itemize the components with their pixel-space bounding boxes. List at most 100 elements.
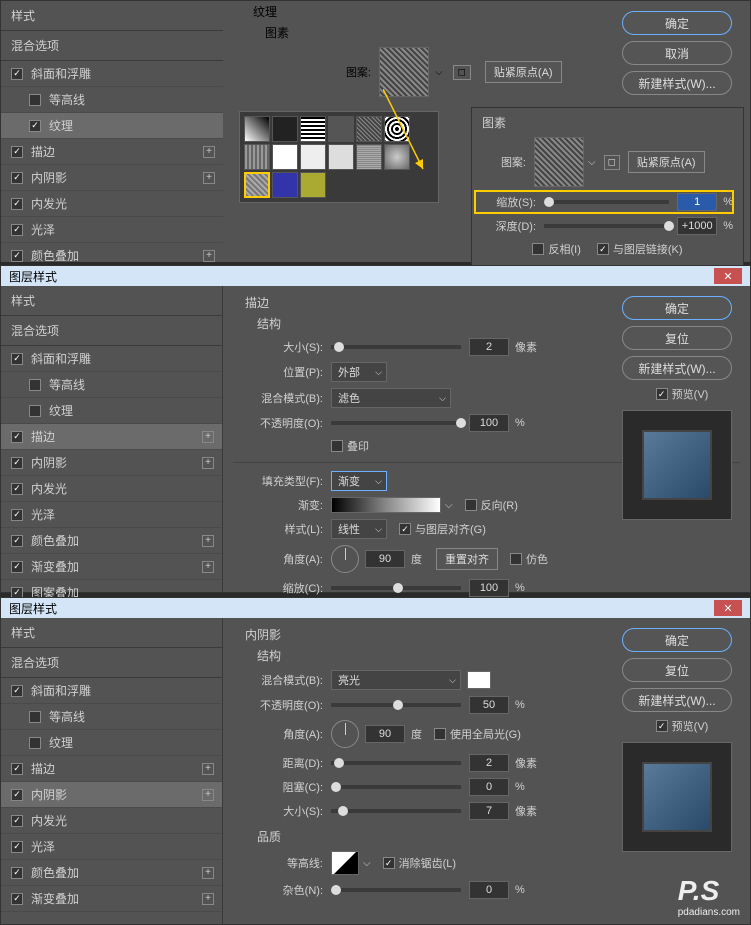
scale-slider[interactable]	[544, 200, 669, 204]
use-global-light-checkbox[interactable]: 使用全局光(G)	[434, 726, 521, 742]
blending-options[interactable]: 混合选项	[1, 31, 223, 61]
size-input[interactable]	[469, 802, 509, 820]
style-item-斜面和浮雕[interactable]: 斜面和浮雕	[1, 61, 223, 87]
checkbox-icon[interactable]	[11, 893, 23, 905]
antialias-checkbox[interactable]: 消除锯齿(L)	[383, 855, 456, 871]
style-item-纹理[interactable]: 纹理	[1, 113, 223, 139]
style-item-描边[interactable]: 描边+	[1, 756, 222, 782]
gradient-picker[interactable]	[331, 497, 441, 513]
pattern-picker[interactable]	[239, 111, 439, 203]
style-item-等高线[interactable]: 等高线	[1, 704, 222, 730]
checkbox-icon[interactable]	[29, 120, 41, 132]
plus-icon[interactable]: +	[203, 172, 215, 184]
style-item-纹理[interactable]: 纹理	[1, 398, 222, 424]
reset-align-button[interactable]: 重置对齐	[436, 548, 498, 570]
ok-button[interactable]: 确定	[622, 296, 732, 320]
checkbox-icon[interactable]	[11, 867, 23, 879]
plus-icon[interactable]: +	[202, 561, 214, 573]
pattern-thumbnail[interactable]	[379, 47, 429, 97]
style-item-斜面和浮雕[interactable]: 斜面和浮雕	[1, 678, 222, 704]
style-item-描边[interactable]: 描边+	[1, 139, 223, 165]
checkbox-icon[interactable]	[11, 198, 23, 210]
checkbox-icon[interactable]	[11, 561, 23, 573]
style-item-斜面和浮雕[interactable]: 斜面和浮雕	[1, 346, 222, 372]
invert-checkbox[interactable]: 反相(I)	[532, 241, 580, 257]
dropdown-icon[interactable]: ⌵	[445, 500, 453, 511]
dropdown-icon[interactable]: ⌵	[588, 157, 596, 168]
plus-icon[interactable]: +	[202, 457, 214, 469]
noise-input[interactable]	[469, 881, 509, 899]
size-slider[interactable]	[331, 809, 461, 813]
plus-icon[interactable]: +	[202, 431, 214, 443]
checkbox-icon[interactable]	[11, 224, 23, 236]
link-layer-checkbox[interactable]: 与图层链接(K)	[597, 241, 683, 257]
checkbox-icon[interactable]	[29, 405, 41, 417]
new-style-button[interactable]: 新建样式(W)...	[622, 71, 732, 95]
checkbox-icon[interactable]	[11, 250, 23, 262]
overprint-checkbox[interactable]: 叠印	[331, 438, 369, 454]
style-item-等高线[interactable]: 等高线	[1, 87, 223, 113]
style-item-内阴影[interactable]: 内阴影+	[1, 450, 222, 476]
blending-options[interactable]: 混合选项	[1, 316, 222, 346]
checkbox-icon[interactable]	[11, 68, 23, 80]
angle-input[interactable]	[365, 725, 405, 743]
opacity-input[interactable]	[469, 414, 509, 432]
plus-icon[interactable]: +	[202, 893, 214, 905]
blendmode-dropdown[interactable]: 亮光	[331, 670, 461, 690]
checkbox-icon[interactable]	[29, 94, 41, 106]
size-input[interactable]	[469, 338, 509, 356]
scale-slider[interactable]	[331, 586, 461, 590]
new-style-button[interactable]: 新建样式(W)...	[622, 688, 732, 712]
style-item-渐变叠加[interactable]: 渐变叠加+	[1, 886, 222, 912]
angle-dial[interactable]	[331, 545, 359, 573]
close-icon[interactable]: ✕	[714, 600, 742, 616]
pattern-selected[interactable]	[244, 172, 270, 198]
contour-picker[interactable]	[331, 851, 359, 875]
checkbox-icon[interactable]	[11, 353, 23, 365]
plus-icon[interactable]: +	[202, 789, 214, 801]
style-item-光泽[interactable]: 光泽	[1, 217, 223, 243]
style-item-描边[interactable]: 描边+	[1, 424, 222, 450]
new-preset-icon[interactable]: ◻	[453, 65, 471, 80]
close-icon[interactable]: ✕	[714, 268, 742, 284]
style-item-内发光[interactable]: 内发光	[1, 476, 222, 502]
plus-icon[interactable]: +	[203, 250, 215, 262]
blendmode-dropdown[interactable]: 滤色	[331, 388, 451, 408]
new-preset-icon[interactable]: ◻	[604, 155, 620, 170]
position-dropdown[interactable]: 外部	[331, 362, 387, 382]
style-item-颜色叠加[interactable]: 颜色叠加+	[1, 860, 222, 886]
style-item-内发光[interactable]: 内发光	[1, 808, 222, 834]
reset-button[interactable]: 复位	[622, 658, 732, 682]
popup-pattern-thumb[interactable]	[534, 137, 584, 187]
style-item-内阴影[interactable]: 内阴影+	[1, 782, 222, 808]
choke-input[interactable]	[469, 778, 509, 796]
checkbox-icon[interactable]	[11, 685, 23, 697]
style-item-光泽[interactable]: 光泽	[1, 834, 222, 860]
dropdown-icon[interactable]: ⌵	[363, 858, 371, 869]
depth-slider[interactable]	[544, 224, 669, 228]
checkbox-icon[interactable]	[11, 172, 23, 184]
angle-input[interactable]	[365, 550, 405, 568]
reverse-checkbox[interactable]: 反向(R)	[465, 497, 518, 513]
plus-icon[interactable]: +	[202, 867, 214, 879]
style-item-渐变叠加[interactable]: 渐变叠加+	[1, 554, 222, 580]
new-style-button[interactable]: 新建样式(W)...	[622, 356, 732, 380]
style-item-纹理[interactable]: 纹理	[1, 730, 222, 756]
distance-input[interactable]	[469, 754, 509, 772]
color-swatch[interactable]	[467, 671, 491, 689]
style-item-等高线[interactable]: 等高线	[1, 372, 222, 398]
checkbox-icon[interactable]	[29, 711, 41, 723]
style-item-光泽[interactable]: 光泽	[1, 502, 222, 528]
checkbox-icon[interactable]	[29, 737, 41, 749]
filltype-dropdown[interactable]: 渐变	[331, 471, 387, 491]
opacity-input[interactable]	[469, 696, 509, 714]
style-item-内阴影[interactable]: 内阴影+	[1, 165, 223, 191]
checkbox-icon[interactable]	[11, 431, 23, 443]
plus-icon[interactable]: +	[202, 535, 214, 547]
blending-options[interactable]: 混合选项	[1, 648, 222, 678]
align-layer-checkbox[interactable]: 与图层对齐(G)	[399, 521, 486, 537]
choke-slider[interactable]	[331, 785, 461, 789]
reset-button[interactable]: 复位	[622, 326, 732, 350]
scale-input[interactable]	[469, 579, 509, 597]
ok-button[interactable]: 确定	[622, 628, 732, 652]
